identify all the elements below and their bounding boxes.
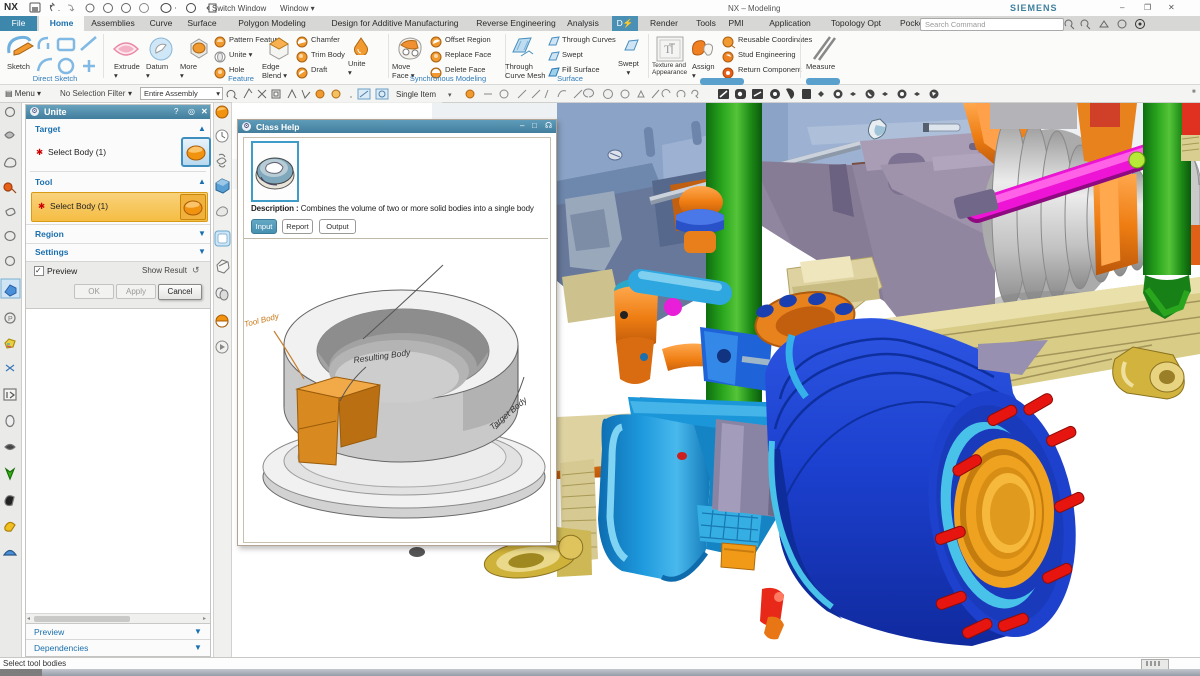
svg-text:Single Item: Single Item — [396, 90, 436, 99]
svg-text:▾: ▾ — [448, 92, 452, 99]
svg-text:P: P — [8, 316, 13, 323]
svg-text:Tool Body: Tool Body — [243, 311, 280, 329]
